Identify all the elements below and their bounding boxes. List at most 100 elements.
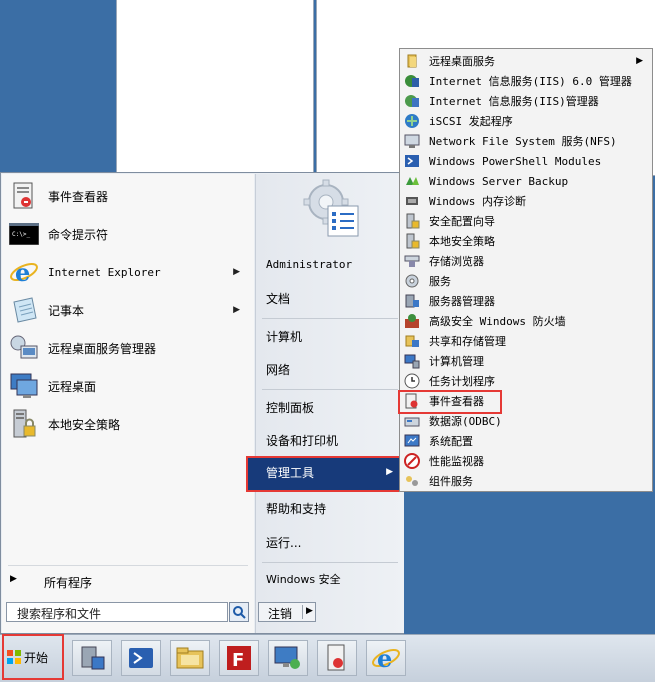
program-internet-explorer[interactable]: e Internet Explorer ▶ [8, 254, 248, 290]
submenu-item-computer-management[interactable]: 计算机管理 [401, 351, 649, 371]
computer-mgmt-icon [404, 353, 420, 369]
submenu-item-task-scheduler[interactable]: 任务计划程序 [401, 371, 649, 391]
program-event-viewer[interactable]: 事件查看器 [8, 178, 248, 214]
command-prompt-icon: C:\>_ [8, 218, 40, 250]
link-run[interactable]: 运行... [266, 533, 301, 553]
server-manager-icon [81, 646, 105, 670]
remote-desktop-icon [274, 646, 300, 669]
clock-icon [404, 373, 420, 389]
search-input[interactable]: 搜索程序和文件 [6, 602, 228, 622]
link-network[interactable]: 网络 [266, 360, 290, 380]
divider [262, 318, 398, 319]
windows-logo-icon [7, 650, 21, 664]
taskbar-remote-desktop[interactable] [268, 640, 308, 676]
link-control-panel[interactable]: 控制面板 [266, 398, 314, 418]
taskbar-internet-explorer[interactable]: e [366, 640, 406, 676]
remote-desktop-icon [8, 370, 40, 402]
program-local-security-policy[interactable]: 本地安全策略 [8, 406, 248, 442]
admin-tools-gear-icon [303, 179, 359, 237]
submenu-item-memory-diagnostic[interactable]: Windows 内存诊断 [401, 191, 649, 211]
submenu-item-powershell-modules[interactable]: Windows PowerShell Modules [401, 151, 649, 171]
taskbar-explorer[interactable] [170, 640, 210, 676]
firewall-icon [404, 313, 420, 329]
link-admin-tools[interactable]: 管理工具 ▶ [246, 456, 401, 492]
taskbar-event-viewer[interactable] [317, 640, 357, 676]
submenu-item-firewall[interactable]: 高级安全 Windows 防火墙 [401, 311, 649, 331]
link-documents[interactable]: 文档 [266, 289, 290, 309]
start-button[interactable]: 开始 [2, 634, 64, 680]
submenu-item-nfs[interactable]: Network File System 服务(NFS) [401, 131, 649, 151]
explorer-folder-icon [176, 647, 204, 669]
submenu-item-iis[interactable]: Internet 信息服务(IIS)管理器 [401, 91, 649, 111]
memory-icon [404, 193, 420, 209]
taskbar-server-manager[interactable] [72, 640, 112, 676]
nfs-icon [404, 133, 420, 149]
svg-text:C:\>_: C:\>_ [12, 231, 30, 238]
submenu-item-server-manager[interactable]: 服务器管理器 [401, 291, 649, 311]
submenu-arrow-icon: ▶ [233, 267, 240, 277]
submenu-item-security-wizard[interactable]: 安全配置向导 [401, 211, 649, 231]
taskbar-powershell[interactable] [121, 640, 161, 676]
search-button[interactable] [229, 602, 249, 622]
program-command-prompt[interactable]: C:\>_ 命令提示符 [8, 216, 248, 252]
submenu-item-share-storage[interactable]: 共享和存储管理 [401, 331, 649, 351]
submenu-arrow-icon: ▶ [233, 305, 240, 315]
link-devices-printers[interactable]: 设备和打印机 [266, 431, 338, 451]
svg-text:F: F [232, 650, 244, 671]
submenu-item-odbc[interactable]: 数据源(ODBC) [401, 411, 649, 431]
link-windows-security[interactable]: Windows 安全 [266, 570, 341, 590]
event-viewer-icon [327, 644, 345, 671]
logoff-button[interactable]: 注销 ▶ [258, 602, 316, 622]
svg-text:e: e [15, 258, 30, 287]
program-notepad[interactable]: 记事本 ▶ [8, 292, 248, 328]
divider [262, 389, 398, 390]
shutdown-options-arrow-icon[interactable]: ▶ [306, 606, 313, 616]
search-icon [233, 606, 246, 619]
submenu-item-iis6[interactable]: Internet 信息服务(IIS) 6.0 管理器 [401, 71, 649, 91]
rds-manager-icon [8, 332, 40, 364]
divider [262, 562, 398, 563]
program-remote-desktop[interactable]: 远程桌面 [8, 368, 248, 404]
taskbar-filezilla[interactable]: F [219, 640, 259, 676]
all-programs-arrow-icon: ▶ [10, 574, 17, 584]
filezilla-icon: F [227, 646, 251, 671]
server-manager-icon [404, 293, 420, 309]
submenu-item-storage-explorer[interactable]: 存储浏览器 [401, 251, 649, 271]
program-rds-manager[interactable]: 远程桌面服务管理器 [8, 330, 248, 366]
all-programs-link[interactable]: 所有程序 [44, 574, 92, 592]
link-help-support[interactable]: 帮助和支持 [266, 499, 326, 519]
event-viewer-icon [8, 180, 40, 212]
powershell-icon [404, 153, 420, 169]
ie-icon: e [372, 644, 400, 673]
event-viewer-highlight [398, 390, 502, 414]
submenu-item-services[interactable]: 服务 [401, 271, 649, 291]
notepad-icon [8, 294, 40, 326]
svg-text:e: e [377, 644, 392, 673]
storage-icon [404, 253, 420, 269]
iis-icon [404, 93, 420, 109]
iis6-icon [404, 73, 420, 89]
background-window-left [116, 0, 314, 176]
link-administrator[interactable]: Administrator [266, 255, 352, 275]
submenu-item-rds-folder[interactable]: 远程桌面服务 ▶ [401, 51, 649, 71]
share-icon [404, 333, 420, 349]
local-policy-icon [404, 233, 420, 249]
msconfig-icon [404, 433, 420, 449]
services-icon [404, 273, 420, 289]
perfmon-icon [404, 453, 420, 469]
submenu-arrow-icon: ▶ [386, 467, 393, 477]
divider [8, 565, 248, 566]
submenu-item-iscsi[interactable]: iSCSI 发起程序 [401, 111, 649, 131]
submenu-item-local-policy[interactable]: 本地安全策略 [401, 231, 649, 251]
powershell-icon [129, 648, 153, 668]
odbc-icon [404, 413, 420, 429]
submenu-item-performance-monitor[interactable]: 性能监视器 [401, 451, 649, 471]
submenu-arrow-icon: ▶ [636, 56, 643, 66]
security-wizard-icon [404, 213, 420, 229]
link-computer[interactable]: 计算机 [266, 327, 302, 347]
local-security-policy-icon [8, 408, 40, 440]
submenu-item-system-configuration[interactable]: 系统配置 [401, 431, 649, 451]
submenu-item-server-backup[interactable]: Windows Server Backup [401, 171, 649, 191]
submenu-item-component-services[interactable]: 组件服务 [401, 471, 649, 491]
user-picture[interactable] [300, 178, 362, 242]
